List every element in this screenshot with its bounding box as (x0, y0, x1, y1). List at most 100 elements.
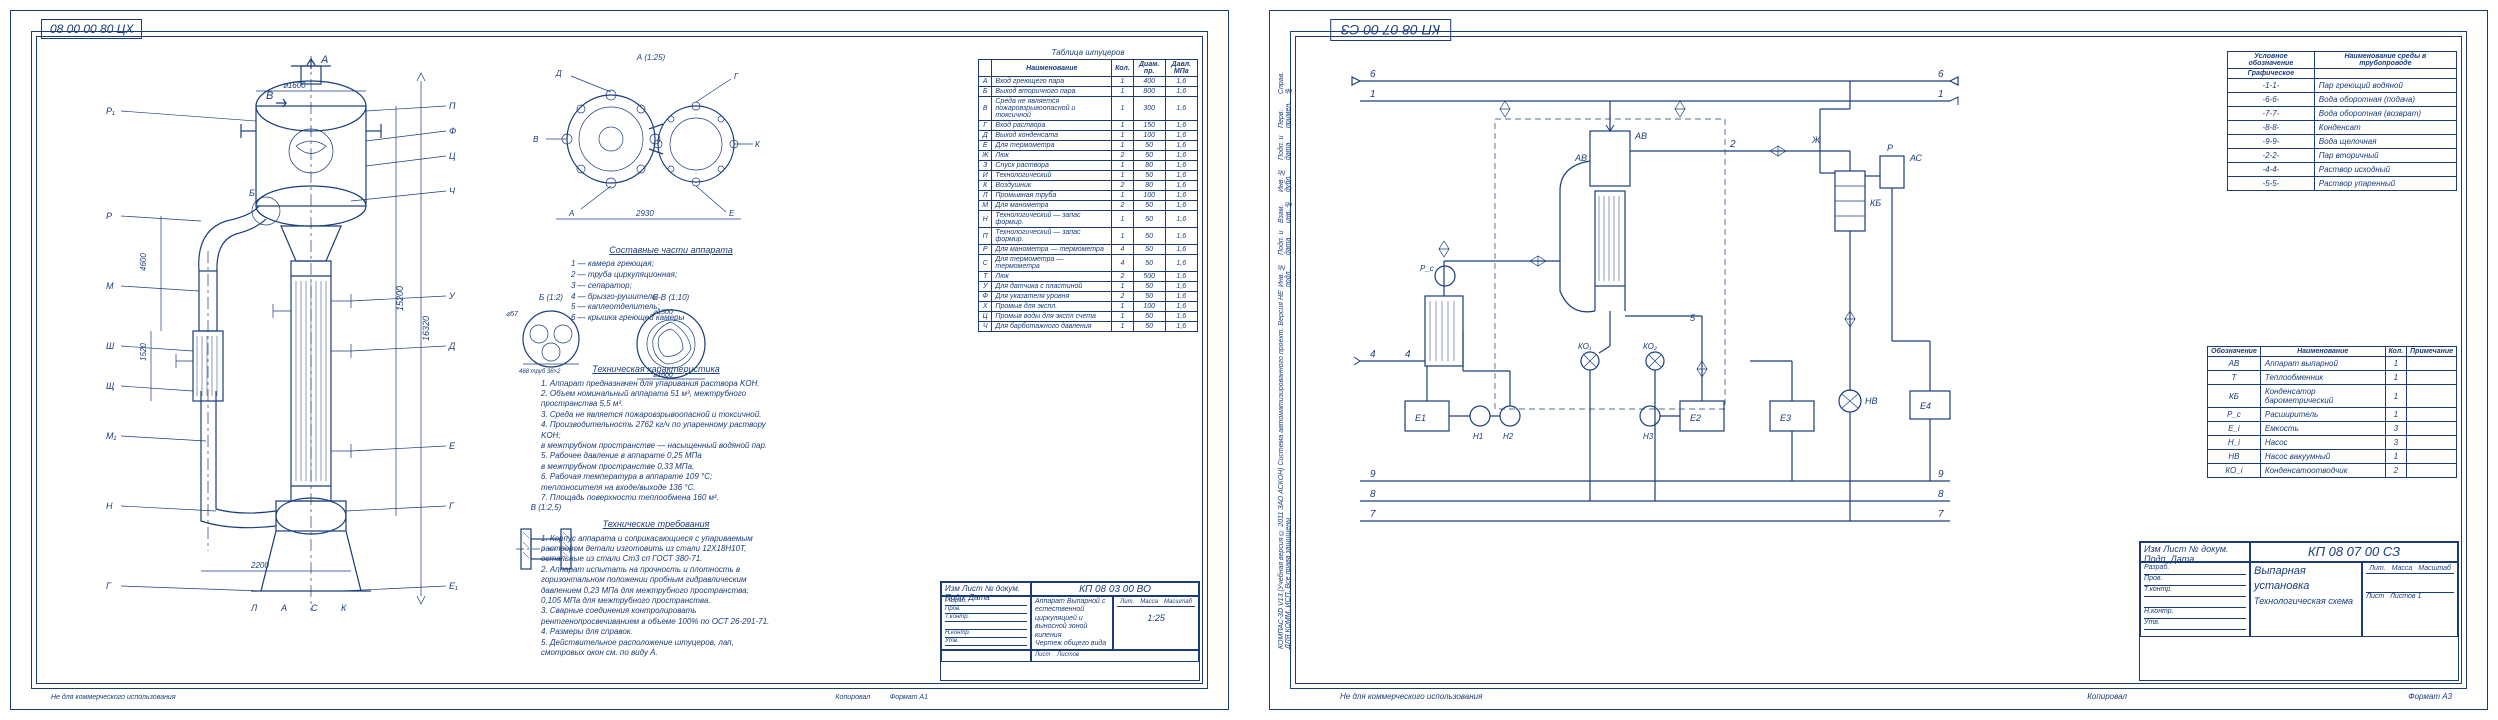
svg-text:М: М (106, 281, 114, 291)
svg-text:9: 9 (1370, 469, 1376, 480)
fitting-row: ИТехнологический1501,6 (979, 171, 1198, 181)
svg-text:6: 6 (1938, 69, 1944, 80)
svg-text:Ц: Ц (449, 151, 456, 161)
tech-requirements: Технические требования 1. Корпус аппарат… (541, 516, 771, 658)
svg-text:1: 1 (1938, 89, 1944, 100)
view-a-top: А (1:25) Д (541, 51, 761, 231)
svg-text:Г: Г (449, 501, 455, 511)
equipment-row: АВАппарат выпарной1 (2208, 357, 2457, 371)
fitting-row: ПТехнологический — запас формир.1501,6 (979, 228, 1198, 245)
svg-text:Р: Р (1887, 143, 1893, 153)
side-stamp: Подп. и дата (1278, 223, 1303, 255)
legend-row: -9-9-Вода щелочная (2228, 135, 2457, 149)
fitting-row: КВоздушник2801,6 (979, 181, 1198, 191)
fitting-row: НТехнологический — запас формир.1501,6 (979, 211, 1198, 228)
svg-text:АС: АС (1909, 153, 1922, 163)
svg-text:⌀57: ⌀57 (506, 311, 519, 318)
svg-text:НВ: НВ (1865, 396, 1878, 406)
svg-text:Ф: Ф (449, 126, 456, 136)
footer-format-2: Формат А3 (2408, 692, 2452, 701)
legend-row: -6-6-Вода оборотная (подача) (2228, 93, 2457, 107)
fitting-row: ЕДля термометра1501,6 (979, 141, 1198, 151)
svg-text:П: П (449, 101, 456, 111)
svg-text:1520: 1520 (139, 343, 148, 361)
sheet1-code: 08 00 00 80 ЦХ (41, 19, 142, 39)
list-item: 1. Корпус аппарата и соприкасающиеся с у… (541, 534, 771, 565)
svg-text:Б: Б (249, 188, 255, 198)
svg-text:Н2: Н2 (1503, 432, 1514, 441)
svg-text:Д: Д (448, 341, 456, 351)
equipment-row: КО_iКонденсатоотводчик2 (2208, 464, 2457, 478)
svg-text:Ш: Ш (106, 341, 115, 351)
list-item: 5. Действительное расположение штуцеров,… (541, 638, 771, 659)
equipment-row: Р_сРасширитель1 (2208, 408, 2457, 422)
side-stamp: Инв. № дубл. (1278, 161, 1303, 192)
svg-text:КБ: КБ (1870, 198, 1881, 208)
svg-text:А: А (320, 54, 328, 66)
sheet2-code-top: КП 08 07 00 СЗ (1330, 19, 1451, 41)
list-item: 3. Среда не является пожаровзрывоопасной… (541, 410, 771, 420)
list-item: в межтрубном пространстве — насыщенный в… (541, 441, 771, 451)
svg-text:В: В (533, 135, 539, 144)
fitting-row: АВход греющего пара14001,6 (979, 77, 1198, 87)
list-item: 6 — крышка греющей камеры (571, 313, 771, 324)
list-item: 1. Аппарат предназначен для упаривания р… (541, 379, 771, 389)
svg-text:С: С (311, 603, 318, 613)
sheet-2-process-scheme: КП 08 07 00 СЗ КОМПАС-3D V13 (Учебная ве… (1269, 10, 2488, 710)
list-item: 4. Производительность 2762 кг/ч по упаре… (541, 420, 771, 441)
main-elevation-view: 16320 15200 ⌀1600 1520 4600 2200 В П Ф Ц… (51, 51, 521, 631)
side-stamp: КОМПАС-3D V13 (Учебная версия © 2011 ЗАО… (1278, 287, 1303, 649)
fitting-row: РДля манометра — термометра4501,6 (979, 245, 1198, 255)
list-item: 3 — сепаратор; (571, 281, 771, 292)
side-stamps: КОМПАС-3D V13 (Учебная версия © 2011 ЗАО… (1278, 71, 1303, 649)
fittings-title: Таблица штуцеров (978, 48, 1198, 57)
list-item: в межтрубном пространстве 0,33 МПа. (541, 462, 771, 472)
footer-copy-1: Не для коммерческого использования (51, 694, 176, 701)
fitting-row: МДля манометра2501,6 (979, 201, 1198, 211)
svg-text:А: А (568, 209, 574, 218)
svg-text:4600: 4600 (139, 253, 148, 271)
fitting-row: СДля термометра — термометра4501,6 (979, 255, 1198, 272)
fitting-row: ВСреда не является пожаровзрывоопасной и… (979, 97, 1198, 121)
fitting-row: ТЛюк25001,6 (979, 272, 1198, 282)
fitting-row: ДВыход конденсата11001,6 (979, 131, 1198, 141)
fittings-table-grid: НаименованиеКол.Диам. пр.Давл. МПа АВход… (978, 59, 1198, 332)
equipment-row: ТТеплообменник1 (2208, 371, 2457, 385)
equipment-row: КБКонденсатор барометрический1 (2208, 385, 2457, 408)
sheet-1-evaporator-assembly: 08 00 00 80 ЦХ (10, 10, 1229, 710)
svg-text:5: 5 (1690, 313, 1696, 323)
svg-text:Н1: Н1 (1473, 432, 1483, 441)
dim-overall-h: 16320 (421, 316, 431, 341)
svg-text:Ж: Ж (1811, 135, 1821, 145)
req-title: Технические требования (541, 519, 771, 531)
svg-text:К: К (341, 603, 347, 613)
equipment-table: ОбозначениеНаименованиеКол.Примечание АВ… (2207, 346, 2457, 478)
svg-text:Г: Г (734, 72, 739, 81)
legend-row: -7-7-Вода оборотная (возврат) (2228, 107, 2457, 121)
svg-text:2: 2 (1729, 139, 1736, 150)
footer-copied-2: Копировал (2087, 692, 2127, 701)
svg-text:В: В (266, 90, 273, 102)
svg-text:Р₁: Р₁ (106, 106, 115, 116)
svg-text:⌀1600: ⌀1600 (283, 81, 306, 90)
svg-text:М₁: М₁ (106, 431, 116, 441)
fitting-row: ЗСпуск раствора1801,6 (979, 161, 1198, 171)
side-stamp: Инв. № подл. (1278, 255, 1303, 287)
list-item: 1 — камера греющая; (571, 259, 771, 270)
svg-text:КО₁: КО₁ (1578, 342, 1592, 351)
svg-text:Е: Е (449, 441, 456, 451)
fitting-row: ГВход раствора11501,6 (979, 121, 1198, 131)
equipment-row: Е_iЕмкость3 (2208, 422, 2457, 436)
svg-text:Г: Г (106, 581, 112, 591)
tech-characteristics: Техническая характеристика 1. Аппарат пр… (541, 361, 771, 503)
svg-text:А: А (280, 603, 287, 613)
tb1-name: Аппарат Выпарной с естественной циркуляц… (1031, 596, 1113, 650)
fitting-row: УДля датчика с пластиной1501,6 (979, 282, 1198, 292)
tb1-code: КП 08 03 00 ВО (1031, 582, 1199, 596)
side-stamp: Перв. примен. (1278, 94, 1303, 128)
svg-text:4: 4 (1405, 349, 1411, 360)
legend-row: -8-8-Конденсат (2228, 121, 2457, 135)
fitting-row: ХПромыв для экспл.11001,6 (979, 302, 1198, 312)
list-item: 5 — каплеотделитель; (571, 302, 771, 313)
equipment-row: Н_iНасос3 (2208, 436, 2457, 450)
